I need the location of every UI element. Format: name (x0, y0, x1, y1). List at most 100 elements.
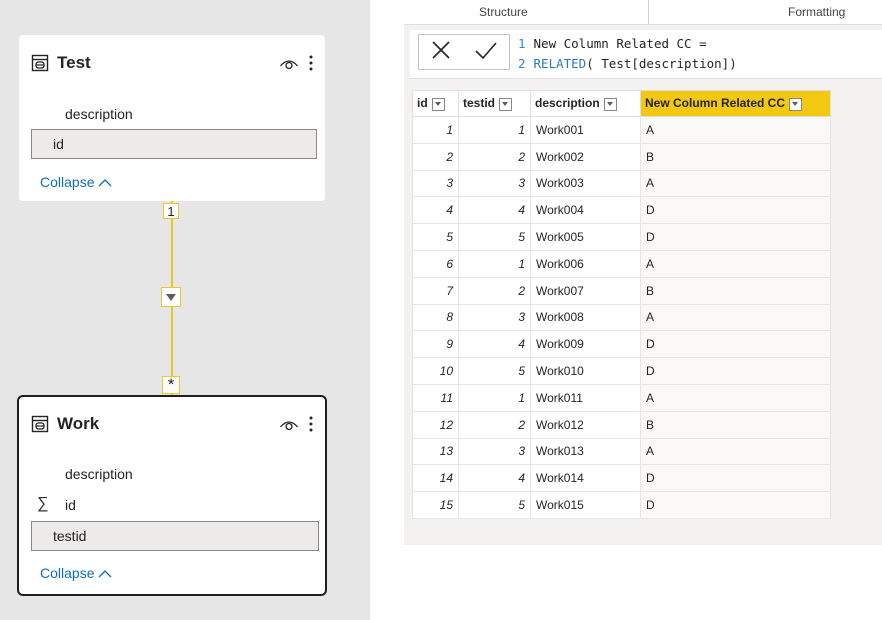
table-cell[interactable]: 9 (412, 330, 459, 359)
table-cell[interactable]: 14 (412, 464, 459, 493)
field-description[interactable]: description (31, 99, 317, 129)
commit-check-icon[interactable] (474, 40, 498, 64)
table-cell[interactable]: D (640, 491, 831, 519)
table-cell[interactable]: A (640, 383, 831, 412)
more-options-icon[interactable] (309, 54, 313, 72)
table-cell[interactable]: A (640, 437, 831, 466)
table-cell[interactable]: 7 (412, 276, 459, 305)
table-cell[interactable]: 2 (412, 142, 459, 171)
table-row[interactable]: 13 3 Work013 A (412, 437, 831, 466)
table-cell[interactable]: 2 (458, 276, 531, 305)
table-cell[interactable]: 5 (458, 357, 531, 385)
table-cell[interactable]: A (640, 303, 831, 332)
table-cell[interactable]: A (640, 169, 831, 198)
filter-dropdown-icon[interactable] (603, 97, 617, 111)
model-canvas[interactable]: 1 * Test description id Collapse Work de… (0, 0, 370, 620)
table-row[interactable]: 7 2 Work007 B (412, 276, 831, 305)
table-row[interactable]: 11 1 Work011 A (412, 383, 831, 412)
table-row[interactable]: 8 3 Work008 A (412, 303, 831, 332)
table-cell[interactable]: 11 (412, 383, 459, 412)
table-row[interactable]: 6 1 Work006 A (412, 249, 831, 278)
table-cell[interactable]: Work004 (530, 196, 641, 225)
field-id[interactable]: ∑ id (31, 490, 319, 520)
collapse-button[interactable]: Collapse (40, 565, 112, 581)
column-header[interactable]: id (412, 90, 459, 117)
column-header[interactable]: description (530, 90, 641, 117)
table-card-work[interactable]: Work description ∑ id testid Collapse (17, 395, 327, 596)
table-cell[interactable]: D (640, 464, 831, 493)
table-row[interactable]: 1 1 Work001 A (412, 116, 831, 144)
table-cell[interactable]: Work006 (530, 249, 641, 278)
table-row[interactable]: 12 2 Work012 B (412, 410, 831, 439)
table-row[interactable]: 15 5 Work015 D (412, 491, 831, 519)
table-cell[interactable]: Work002 (530, 142, 641, 171)
filter-dropdown-icon[interactable] (499, 97, 513, 111)
visibility-eye-icon[interactable] (279, 56, 299, 70)
collapse-button[interactable]: Collapse (40, 174, 112, 190)
table-cell[interactable]: D (640, 330, 831, 359)
table-cell[interactable]: Work007 (530, 276, 641, 305)
table-cell[interactable]: Work011 (530, 383, 641, 412)
table-row[interactable]: 9 4 Work009 D (412, 330, 831, 359)
table-cell[interactable]: 13 (412, 437, 459, 466)
filter-dropdown-icon[interactable] (431, 97, 445, 111)
table-cell[interactable]: Work013 (530, 437, 641, 466)
field-id[interactable]: id (31, 129, 317, 159)
table-cell[interactable]: 1 (458, 116, 531, 144)
table-cell[interactable]: 6 (412, 249, 459, 278)
table-cell[interactable]: Work014 (530, 464, 641, 493)
table-cell[interactable]: B (640, 276, 831, 305)
filter-dropdown-icon[interactable] (789, 97, 803, 111)
field-description[interactable]: description (31, 459, 319, 489)
table-cell[interactable]: B (640, 410, 831, 439)
table-cell[interactable]: 5 (412, 223, 459, 251)
table-cell[interactable]: 3 (458, 303, 531, 332)
table-cell[interactable]: 10 (412, 357, 459, 385)
table-cell[interactable]: 4 (458, 330, 531, 359)
table-cell[interactable]: D (640, 357, 831, 385)
cancel-icon[interactable] (430, 39, 452, 65)
field-testid[interactable]: testid (31, 521, 319, 551)
table-cell[interactable]: Work001 (530, 116, 641, 144)
table-cell[interactable]: D (640, 196, 831, 225)
table-cell[interactable]: 15 (412, 491, 459, 519)
table-cell[interactable]: 2 (458, 410, 531, 439)
column-header[interactable]: testid (458, 90, 531, 117)
table-cell[interactable]: 8 (412, 303, 459, 332)
visibility-eye-icon[interactable] (279, 417, 299, 431)
table-cell[interactable]: 4 (458, 464, 531, 493)
table-row[interactable]: 4 4 Work004 D (412, 196, 831, 225)
table-cell[interactable]: Work003 (530, 169, 641, 198)
table-cell[interactable]: 3 (458, 437, 531, 466)
table-cell[interactable]: 2 (458, 142, 531, 171)
table-cell[interactable]: Work012 (530, 410, 641, 439)
table-row[interactable]: 5 5 Work005 D (412, 223, 831, 251)
table-row[interactable]: 2 2 Work002 B (412, 142, 831, 171)
table-row[interactable]: 3 3 Work003 A (412, 169, 831, 198)
table-cell[interactable]: B (640, 142, 831, 171)
table-cell[interactable]: Work009 (530, 330, 641, 359)
more-options-icon[interactable] (309, 415, 313, 433)
table-cell[interactable]: A (640, 116, 831, 144)
table-cell[interactable]: 3 (458, 169, 531, 198)
table-cell[interactable]: Work005 (530, 223, 641, 251)
table-cell[interactable]: 1 (458, 249, 531, 278)
table-cell[interactable]: D (640, 223, 831, 251)
table-cell[interactable]: Work015 (530, 491, 641, 519)
table-cell[interactable]: 12 (412, 410, 459, 439)
table-cell[interactable]: 4 (458, 196, 531, 225)
table-row[interactable]: 14 4 Work014 D (412, 464, 831, 493)
table-row[interactable]: 10 5 Work010 D (412, 357, 831, 385)
table-cell[interactable]: 1 (458, 383, 531, 412)
table-cell[interactable]: A (640, 249, 831, 278)
table-cell[interactable]: Work008 (530, 303, 641, 332)
table-cell[interactable]: 5 (458, 223, 531, 251)
table-cell[interactable]: Work010 (530, 357, 641, 385)
table-cell[interactable]: 5 (458, 491, 531, 519)
table-cell[interactable]: 3 (412, 169, 459, 198)
table-card-test[interactable]: Test description id Collapse (19, 35, 325, 201)
dax-formula-editor[interactable]: 1 New Column Related CC = 2 RELATED( Test[d… (518, 34, 737, 74)
table-cell[interactable]: 4 (412, 196, 459, 225)
table-cell[interactable]: 1 (412, 116, 459, 144)
column-header[interactable]: New Column Related CC (640, 90, 831, 117)
